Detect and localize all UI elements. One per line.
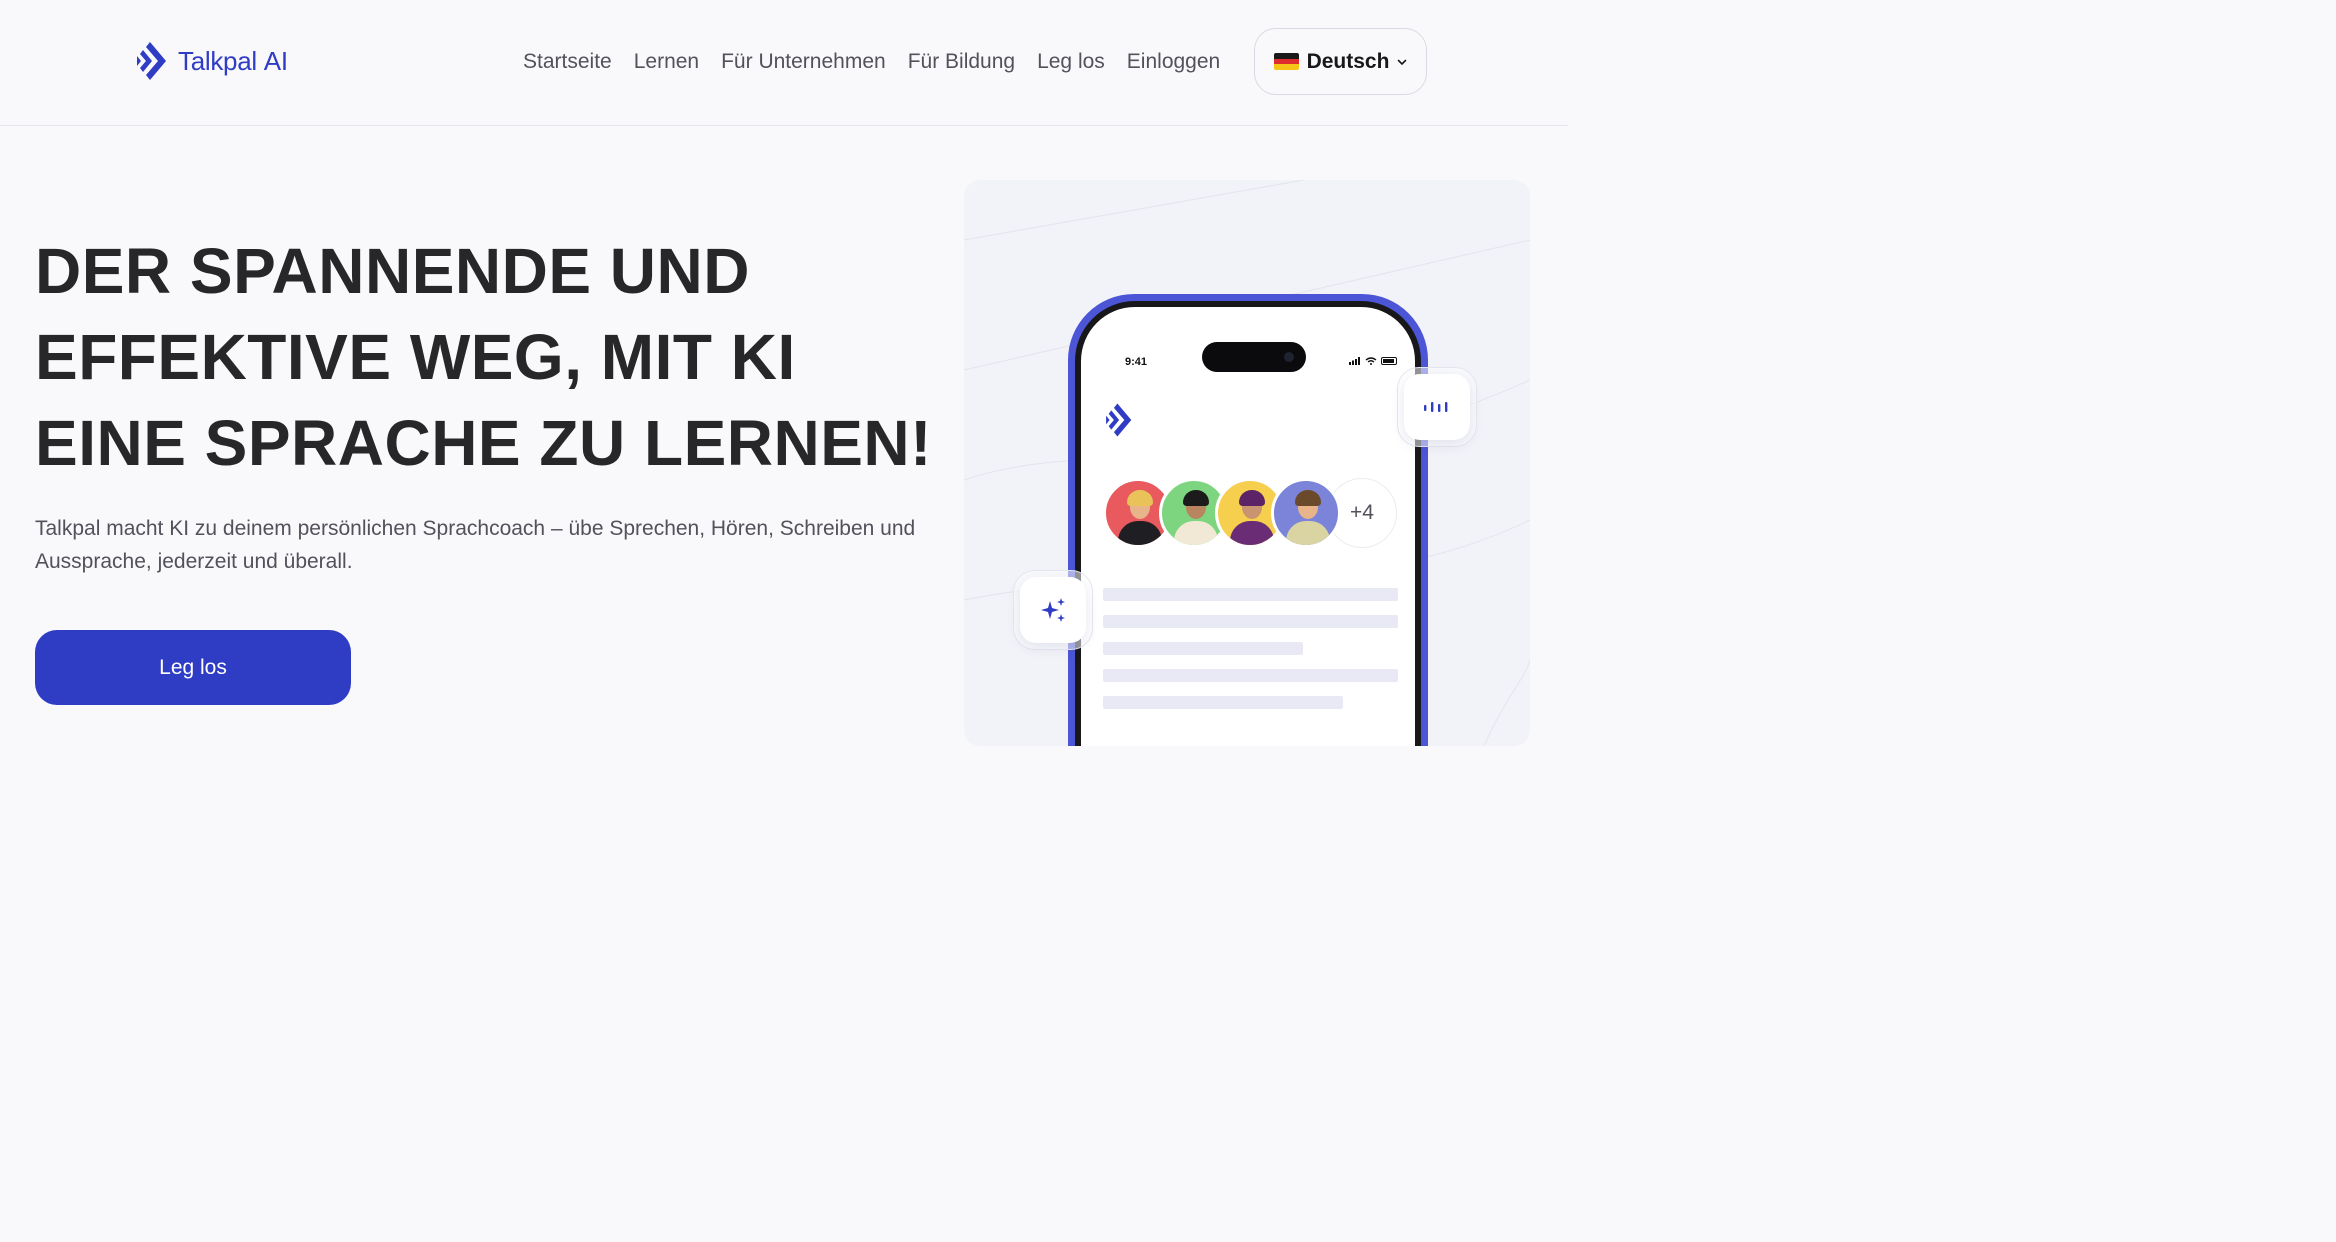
talkpal-logo-icon [137,42,166,80]
main-nav: Startseite Lernen Für Unternehmen Für Bi… [523,44,1242,80]
app-logo-icon [1106,403,1132,437]
chevron-down-icon [1398,59,1407,65]
nav-leg-los[interactable]: Leg los [1037,50,1105,74]
phone-screen: 9:41 +4 [1081,307,1415,746]
language-selector[interactable]: Deutsch [1254,28,1427,95]
site-header: Talkpal AI Startseite Lernen Für Unterne… [0,0,1568,126]
sparkle-icon [1041,598,1065,622]
logo-name: Talkpal [178,45,257,76]
placeholder-line [1103,615,1398,628]
phone-bezel: 9:41 +4 [1075,301,1421,746]
nav-einloggen[interactable]: Einloggen [1127,50,1220,74]
logo-text: Talkpal AI [178,46,288,77]
wifi-icon [1365,357,1377,365]
hero-subtitle: Talkpal macht KI zu deinem persönlichen … [35,517,916,573]
logo-suffix: AI [263,45,288,76]
hero-title: DER SPANNENDE UND EFFEKTIVE WEG, MIT KI … [35,228,935,486]
placeholder-line [1103,588,1398,601]
hero-title-line-2: EFFEKTIVE WEG, MIT KI [35,321,796,393]
germany-flag-icon [1273,53,1299,70]
nav-fuer-bildung[interactable]: Für Bildung [908,50,1015,74]
nav-fuer-unternehmen[interactable]: Für Unternehmen [721,50,886,74]
sparkle-card [1020,577,1086,643]
phone-frame: 9:41 +4 [1068,294,1428,746]
phone-illustration: 9:41 +4 [964,180,1530,746]
nav-startseite[interactable]: Startseite [523,50,612,74]
placeholder-line [1103,696,1343,709]
sound-wave-icon [1424,402,1448,412]
avatar [1271,478,1341,548]
voice-wave-card [1404,374,1470,440]
avatar-group: +4 [1103,478,1397,548]
battery-icon [1381,357,1397,365]
signal-icon [1349,357,1360,365]
placeholder-line [1103,669,1398,682]
nav-lernen[interactable]: Lernen [634,50,699,74]
status-time: 9:41 [1125,356,1148,368]
placeholder-line [1103,642,1303,655]
language-label: Deutsch [1306,49,1390,73]
leg-los-button[interactable]: Leg los [35,630,351,705]
talkpal-logo[interactable]: Talkpal AI [136,38,288,84]
hero-title-line-1: DER SPANNENDE UND [35,235,750,307]
status-icons [1349,357,1397,365]
dynamic-island [1202,342,1306,372]
hero-title-line-3: EINE SPRACHE ZU LERNEN! [35,407,932,479]
